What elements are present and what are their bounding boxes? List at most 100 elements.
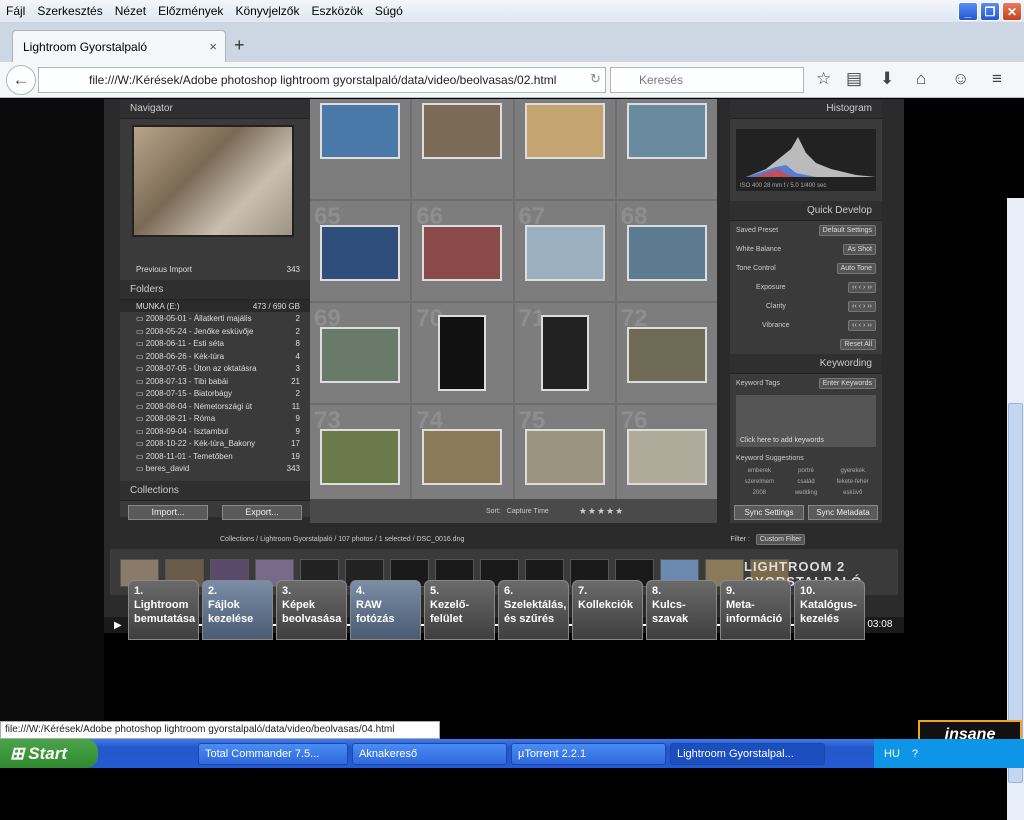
- video-player[interactable]: Navigator Previous Import 343 Folders MU…: [104, 99, 904, 619]
- photo-thumbnail[interactable]: [524, 103, 605, 159]
- menu-help[interactable]: Súgó: [369, 4, 409, 18]
- rating-stars-icon[interactable]: ★★★★★: [579, 506, 624, 517]
- collections-header[interactable]: Collections: [120, 481, 310, 501]
- reload-icon[interactable]: ↻: [590, 71, 601, 87]
- download-icon[interactable]: ⬇: [880, 69, 894, 89]
- grid-cell[interactable]: [616, 99, 717, 199]
- exposure-buttons[interactable]: ‹‹ ‹ › ››: [848, 282, 876, 293]
- start-button[interactable]: ⊞ Start: [0, 739, 98, 768]
- folder-item[interactable]: ▭ 2008-07-15 - Biatorbágy 2: [120, 387, 310, 400]
- folder-item[interactable]: ▭ 2008-08-04 - Németországi út 11: [120, 400, 310, 413]
- folder-item[interactable]: ▭ 2008-05-01 - Állatkerti majális 2: [120, 312, 310, 325]
- grid-cell[interactable]: 67: [514, 201, 615, 301]
- folder-item[interactable]: ▭ 2008-06-11 - Esti séta 8: [120, 337, 310, 350]
- photo-thumbnail[interactable]: [626, 225, 707, 281]
- keyword-suggestion[interactable]: esküvő: [829, 490, 876, 496]
- home-icon[interactable]: ⌂: [916, 69, 926, 89]
- menu-bookmarks[interactable]: Könyvjelzők: [229, 4, 305, 18]
- folder-item[interactable]: ▭ 2008-08-21 - Róma 9: [120, 412, 310, 425]
- photo-thumbnail[interactable]: [422, 225, 503, 281]
- close-window-button[interactable]: ✕: [1002, 2, 1022, 21]
- menu-history[interactable]: Előzmények: [152, 4, 229, 18]
- clarity-buttons[interactable]: ‹‹ ‹ › ››: [848, 301, 876, 312]
- photo-thumbnail[interactable]: [438, 315, 487, 391]
- taskbar-item[interactable]: Lightroom Gyorstalpal...: [670, 742, 825, 765]
- menu-tools[interactable]: Eszközök: [305, 4, 368, 18]
- photo-thumbnail[interactable]: [626, 429, 707, 485]
- grid-cell[interactable]: 71: [514, 303, 615, 403]
- reset-all-button[interactable]: Reset All: [840, 339, 876, 350]
- tab-close-icon[interactable]: ×: [209, 39, 217, 54]
- reading-list-icon[interactable]: ▤: [846, 69, 862, 89]
- chapter-tab[interactable]: 8. Kulcs-szavak: [646, 580, 717, 640]
- photo-thumbnail[interactable]: [422, 429, 503, 485]
- photo-thumbnail[interactable]: [422, 103, 503, 159]
- keyword-suggestion[interactable]: gyerekek: [829, 468, 876, 474]
- folder-item[interactable]: ▭ 2008-11-01 - Temetőben 19: [120, 450, 310, 463]
- taskbar-item[interactable]: Total Commander 7.5...: [198, 742, 348, 765]
- taskbar-item[interactable]: µTorrent 2.2.1: [511, 742, 666, 765]
- back-arrow-icon[interactable]: ←: [6, 65, 36, 95]
- emoji-icon[interactable]: ☺: [952, 69, 969, 89]
- previous-import-row[interactable]: Previous Import 343: [120, 263, 310, 276]
- grid-cell[interactable]: 74: [412, 405, 513, 499]
- vibrance-buttons[interactable]: ‹‹ ‹ › ››: [848, 320, 876, 331]
- grid-cell[interactable]: [310, 99, 411, 199]
- sync-settings-button[interactable]: Sync Settings: [734, 505, 804, 520]
- photo-thumbnail[interactable]: [320, 327, 400, 383]
- photo-thumbnail[interactable]: [320, 429, 400, 485]
- keyword-suggestion[interactable]: wedding: [783, 490, 830, 496]
- saved-preset-select[interactable]: Default Settings: [818, 225, 876, 236]
- keyword-suggestion[interactable]: 2008: [736, 490, 783, 496]
- photo-thumbnail[interactable]: [524, 225, 605, 281]
- breadcrumb[interactable]: Collections / Lightroom Gyorstalpaló / 1…: [220, 536, 464, 543]
- folder-item[interactable]: ▭ 2008-06-26 - Kék-túra 4: [120, 350, 310, 363]
- photo-thumbnail[interactable]: [626, 327, 707, 383]
- photo-thumbnail[interactable]: [540, 315, 589, 391]
- maximize-button[interactable]: ❐: [980, 2, 1000, 21]
- keyword-tags-select[interactable]: Enter Keywords: [818, 378, 876, 389]
- url-input[interactable]: file:///W:/Kérések/Adobe photoshop light…: [38, 67, 606, 93]
- chapter-tab[interactable]: 7. Kollekciók: [572, 580, 643, 640]
- folder-item[interactable]: ▭ 2008-10-22 - Kék-túra_Bakony 17: [120, 437, 310, 450]
- folder-item[interactable]: ▭ beres_david 343: [120, 462, 310, 475]
- chapter-tab[interactable]: 9. Meta-információ: [720, 580, 791, 640]
- photo-thumbnail[interactable]: [524, 429, 605, 485]
- chapter-tab[interactable]: 10. Katalógus-kezelés: [794, 580, 865, 640]
- keyword-suggestion[interactable]: emberek: [736, 468, 783, 474]
- filter-select[interactable]: Custom Filter: [755, 533, 806, 545]
- grid-cell[interactable]: 69: [310, 303, 411, 403]
- sync-metadata-button[interactable]: Sync Metadata: [808, 505, 878, 520]
- auto-tone-button[interactable]: Auto Tone: [836, 263, 876, 274]
- folder-item[interactable]: ▭ 2008-09-04 - Isztambul 9: [120, 425, 310, 438]
- play-icon[interactable]: ▶: [114, 620, 122, 631]
- keyword-suggestion[interactable]: portré: [783, 468, 830, 474]
- photo-thumbnail[interactable]: [320, 103, 400, 159]
- menu-edit[interactable]: Szerkesztés: [31, 4, 108, 18]
- language-indicator[interactable]: HU: [884, 748, 900, 760]
- keyword-suggestion[interactable]: család: [783, 479, 830, 485]
- grid-cell[interactable]: 75: [514, 405, 615, 499]
- keyword-suggestion[interactable]: szerelmem: [736, 479, 783, 485]
- new-tab-button[interactable]: +: [234, 35, 245, 56]
- grid-cell[interactable]: 76: [616, 405, 717, 499]
- help-icon[interactable]: ?: [912, 748, 918, 760]
- menu-file[interactable]: Fájl: [0, 4, 31, 18]
- quick-develop-header[interactable]: Quick Develop: [730, 201, 882, 221]
- keyword-text-area[interactable]: Click here to add keywords: [736, 395, 876, 447]
- chapter-tab[interactable]: 1. Lightroom bemutatása: [128, 580, 199, 640]
- minimize-button[interactable]: _: [958, 2, 978, 21]
- search-input[interactable]: Keresés: [610, 67, 804, 93]
- grid-cell[interactable]: [412, 99, 513, 199]
- grid-cell[interactable]: 66: [412, 201, 513, 301]
- grid-cell[interactable]: 70: [412, 303, 513, 403]
- chapter-tab[interactable]: 5. Kezelő-felület: [424, 580, 495, 640]
- keyword-suggestion[interactable]: fekete-fehér: [829, 479, 876, 485]
- chapter-tab[interactable]: 4. RAW fotózás: [350, 580, 421, 640]
- folder-item[interactable]: ▭ 2008-07-05 - Úton az oktatásra 3: [120, 362, 310, 375]
- keywording-header[interactable]: Keywording: [730, 354, 882, 374]
- taskbar-item[interactable]: Aknakereső: [352, 742, 507, 765]
- star-icon[interactable]: ☆: [816, 69, 831, 89]
- folder-item[interactable]: ▭ 2008-07-13 - Tibi babái 21: [120, 375, 310, 388]
- import-button[interactable]: Import...: [128, 505, 208, 520]
